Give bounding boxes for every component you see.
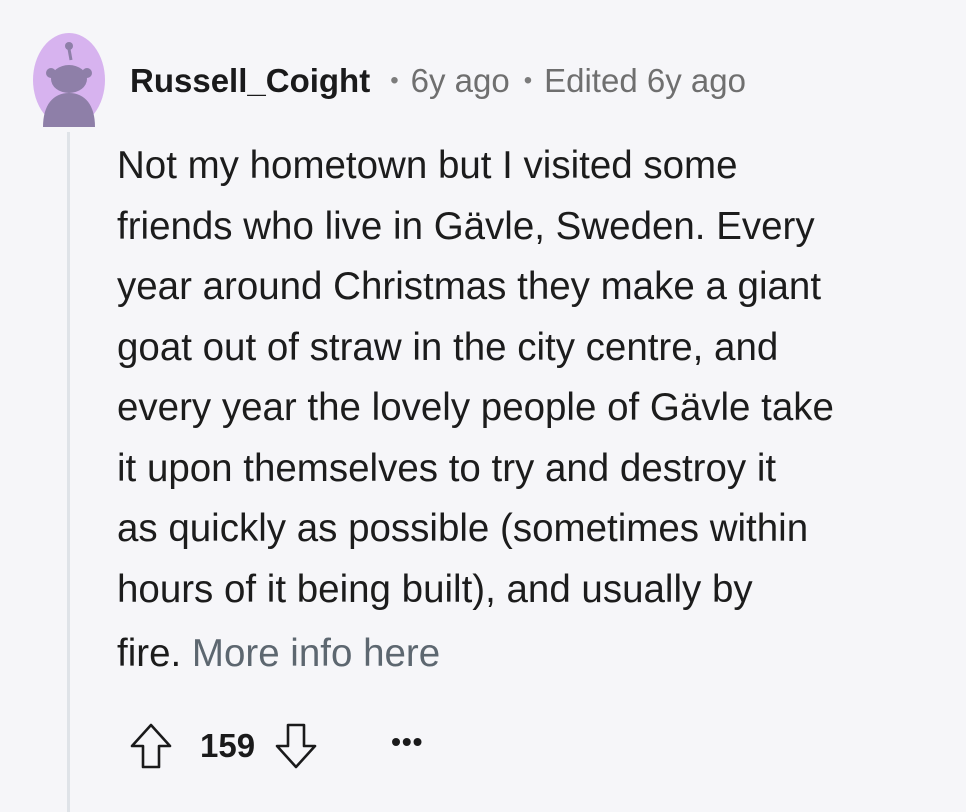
vote-score: 159 [200,727,256,764]
user-avatar[interactable] [33,33,105,127]
comment-header: Russell_Coight • 6y ago • Edited 6y ago [130,58,746,104]
post-time[interactable]: 6y ago [411,62,510,100]
separator-dot: • [523,67,533,94]
comment-line: it upon themselves to try and destroy it [117,446,777,490]
more-info-link[interactable]: More info here [192,632,440,675]
comment-line: hours of it being built), and usually by [117,567,753,611]
comment-body: Not my hometown but I visited some frien… [117,136,927,685]
username[interactable]: Russell_Coight [130,62,370,100]
upvote-button[interactable] [128,721,174,771]
snoo-avatar-icon [33,33,105,127]
comment-line-text: fire. [117,632,182,675]
comment-line: Not my hometown but I visited some [117,144,738,187]
thread-line[interactable] [67,132,70,812]
comment-last-line: fire. More info here [117,624,927,685]
comment-line: friends who live in Gävle, Sweden. Every [117,204,815,248]
more-options-icon[interactable]: ••• [391,726,423,758]
downvote-arrow-icon [275,723,317,769]
edited-time: Edited 6y ago [544,62,746,99]
comment-line: as quickly as possible (sometimes within [117,507,809,550]
separator-dot: • [390,67,399,94]
downvote-button[interactable] [273,721,319,771]
comment-line: goat out of straw in the city centre, an… [117,325,779,369]
comment-line: every year the lovely people of Gävle ta… [117,386,834,429]
upvote-arrow-icon [130,723,172,769]
comment-actions: 159 ••• [128,718,423,774]
comment-line: year around Christmas they make a giant [117,265,822,308]
